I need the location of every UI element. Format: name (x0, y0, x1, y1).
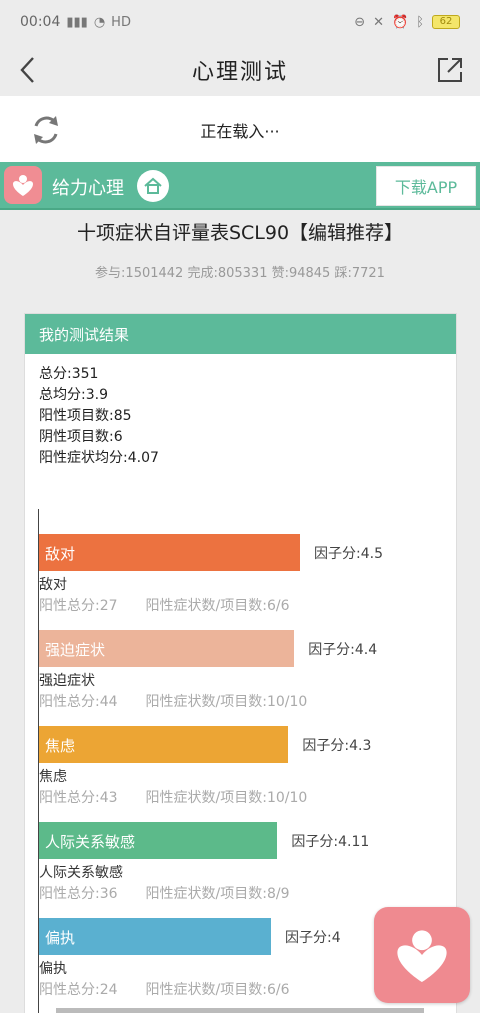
factor-score: 因子分:4.3 (302, 738, 372, 754)
negative-item-count: 阴性项目数:6 (39, 429, 123, 445)
signal-icon: ▮▮▮ (66, 14, 88, 30)
loading-bar: 正在载入··· (0, 96, 480, 162)
factor-bar-label: 焦虑 (45, 737, 76, 755)
symptom-ratio: 阳性症状数/项目数:6/6 (145, 598, 290, 614)
factor-detail: 阳性总分:43 阳性症状数/项目数:10/10 (39, 787, 459, 809)
positive-total: 阳性总分:44 (39, 694, 118, 710)
factor-score: 因子分:4.4 (308, 642, 378, 658)
download-app-button[interactable]: 下载APP (376, 166, 476, 206)
title-bar: 心理测试 (0, 44, 480, 96)
alarm-icon: ⏰ (392, 14, 409, 30)
test-stats: 参与:1501442 完成:805331 赞:94845 踩:7721 (95, 266, 385, 281)
test-title: 十项症状自评量表SCL90【编辑推荐】 (76, 222, 404, 244)
share-external-icon (438, 58, 462, 82)
positive-total: 阳性总分:27 (39, 598, 118, 614)
positive-item-count: 阳性项目数:85 (39, 408, 132, 424)
floating-app-logo[interactable] (374, 907, 470, 1003)
clock: 00:04 (20, 14, 61, 30)
factor-block-obsessive: 强迫症状 因子分:4.4 强迫症状 阳性总分:44 阳性症状数/项目数:10/10 (39, 630, 459, 713)
symptom-ratio: 阳性症状数/项目数:10/10 (145, 694, 308, 710)
total-score: 总分:351 (39, 366, 99, 382)
back-button[interactable] (10, 52, 46, 88)
factor-bar: 人际关系敏感 (39, 822, 278, 859)
average-score: 总均分:3.9 (39, 387, 108, 403)
network-type: HD (111, 14, 131, 30)
result-summary: 总分:351 总均分:3.9 阳性项目数:85 阴性项目数:6 阳性症状均分:4… (25, 354, 456, 479)
symptom-ratio: 阳性症状数/项目数:10/10 (145, 790, 308, 806)
factor-bar: 敌对 (39, 534, 300, 571)
factor-name: 强迫症状 (39, 673, 95, 689)
bluetooth-icon: ᛒ (416, 14, 424, 30)
factor-detail: 阳性总分:36 阳性症状数/项目数:8/9 (39, 883, 459, 905)
symptom-ratio: 阳性症状数/项目数:6/6 (145, 982, 290, 998)
factor-bar: 偏执 (39, 918, 271, 955)
factor-bar: 焦虑 (39, 726, 289, 763)
factor-bar-label: 人际关系敏感 (45, 833, 136, 851)
factor-bar-label: 敌对 (45, 545, 76, 563)
dnd-icon: ⊖ (354, 14, 366, 30)
brand-logo-icon (4, 166, 42, 204)
factor-score: 因子分:4 (285, 930, 341, 946)
factor-detail: 阳性总分:44 阳性症状数/项目数:10/10 (39, 691, 459, 713)
positive-symptom-average: 阳性症状均分:4.07 (39, 450, 159, 466)
loading-text: 正在载入··· (200, 122, 280, 141)
brand-banner: 给力心理 下载APP (0, 162, 480, 210)
positive-total: 阳性总分:43 (39, 790, 118, 806)
symptom-ratio: 阳性症状数/项目数:8/9 (145, 886, 290, 902)
bottom-strip (56, 1008, 424, 1013)
positive-total: 阳性总分:36 (39, 886, 118, 902)
wifi-icon: ◔ (93, 14, 106, 30)
result-header: 我的测试结果 (25, 314, 456, 354)
factor-bar: 强迫症状 (39, 630, 295, 667)
status-bar: 00:04 ▮▮▮ ◔ HD ⊖ ✕ ⏰ ᛒ 62 (0, 0, 480, 44)
positive-total: 阳性总分:24 (39, 982, 118, 998)
factor-name: 敌对 (39, 577, 67, 593)
battery-icon: 62 (432, 15, 460, 29)
factor-score: 因子分:4.11 (291, 834, 370, 850)
mute-icon: ✕ (373, 14, 384, 30)
factor-score: 因子分:4.5 (314, 546, 383, 562)
brand-name: 给力心理 (52, 178, 124, 199)
factor-block-hostility: 敌对 因子分:4.5 敌对 阳性总分:27 阳性症状数/项目数:6/6 (39, 534, 459, 617)
home-icon[interactable] (137, 170, 169, 202)
factor-name: 焦虑 (39, 769, 67, 785)
share-button[interactable] (432, 52, 468, 88)
factor-block-interpersonal: 人际关系敏感 因子分:4.11 人际关系敏感 阳性总分:36 阳性症状数/项目数:… (39, 822, 459, 905)
heart-person-icon (397, 930, 447, 983)
factor-name: 人际关系敏感 (39, 865, 123, 881)
factor-block-anxiety: 焦虑 因子分:4.3 焦虑 阳性总分:43 阳性症状数/项目数:10/10 (39, 726, 459, 809)
page-title: 心理测试 (191, 60, 288, 85)
factor-bar-label: 强迫症状 (45, 641, 106, 659)
factor-bar-label: 偏执 (45, 929, 76, 947)
chevron-left-icon (20, 57, 34, 83)
factor-detail: 阳性总分:27 阳性症状数/项目数:6/6 (39, 595, 459, 617)
